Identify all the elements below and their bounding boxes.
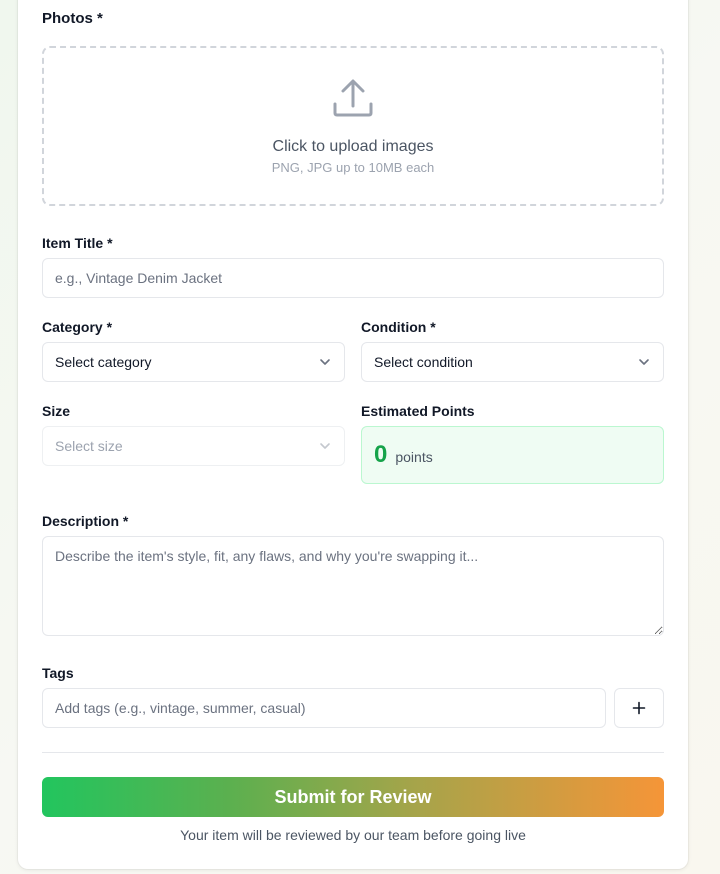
- condition-label: Condition *: [361, 319, 436, 335]
- size-select-value: Select size: [55, 438, 123, 454]
- category-label: Category *: [42, 319, 113, 335]
- upload-title: Click to upload images: [272, 138, 434, 155]
- item-title-label: Item Title *: [42, 235, 113, 251]
- submit-for-review-button[interactable]: Submit for Review: [42, 777, 664, 817]
- review-note: Your item will be reviewed by our team b…: [180, 827, 526, 843]
- estimated-points-display: 0 points: [361, 426, 664, 484]
- category-select[interactable]: Select category: [42, 342, 345, 382]
- photos-label: Photos *: [42, 10, 103, 27]
- condition-select-value: Select condition: [374, 354, 473, 370]
- estimated-points-label: Estimated Points: [361, 403, 475, 419]
- form-divider: [42, 752, 664, 753]
- description-textarea[interactable]: [42, 536, 664, 636]
- photo-upload-dropzone[interactable]: Click to upload images PNG, JPG up to 10…: [42, 46, 664, 206]
- points-value: 0: [374, 441, 388, 468]
- chevron-down-icon: [320, 359, 330, 365]
- size-label: Size: [42, 403, 71, 419]
- chevron-down-icon: [639, 359, 649, 365]
- size-select[interactable]: Select size: [42, 426, 345, 466]
- upload-icon: [333, 79, 373, 117]
- add-tag-button[interactable]: [614, 688, 664, 728]
- tags-input[interactable]: [42, 688, 606, 728]
- points-unit: points: [395, 449, 433, 465]
- item-title-input[interactable]: [42, 258, 664, 298]
- plus-icon: [632, 701, 646, 715]
- upload-hint: PNG, JPG up to 10MB each: [271, 160, 435, 175]
- category-select-value: Select category: [55, 354, 152, 370]
- tags-label: Tags: [42, 665, 74, 681]
- condition-select[interactable]: Select condition: [361, 342, 664, 382]
- chevron-down-icon: [320, 443, 330, 449]
- description-label: Description *: [42, 513, 129, 529]
